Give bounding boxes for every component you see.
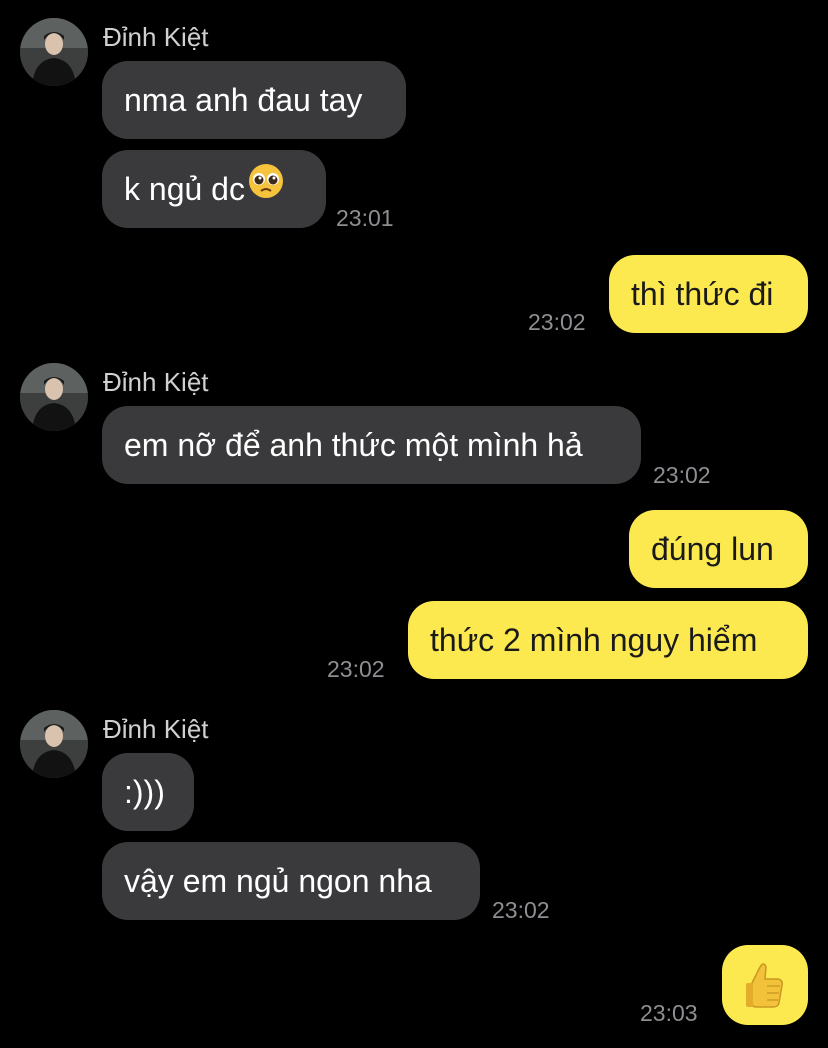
message-timestamp: 23:01 [336, 205, 394, 231]
message-bubble-received[interactable]: k ngủ dc [102, 150, 326, 228]
message-timestamp: 23:02 [327, 656, 385, 682]
message-text: vậy em ngủ ngon nha [124, 863, 432, 899]
sender-name: Đỉnh Kiệt [103, 714, 209, 744]
message-text: k ngủ dc [124, 171, 245, 207]
message-text: thì thức đi [631, 276, 774, 312]
message-text: nma anh đau tay [124, 82, 363, 118]
contact-avatar[interactable] [20, 18, 88, 86]
message-bubble-sent[interactable]: đúng lun [629, 510, 808, 588]
pleading-face-icon [247, 150, 285, 228]
message-bubble-received[interactable]: :))) [102, 753, 194, 831]
sender-name: Đỉnh Kiệt [103, 22, 209, 52]
message-bubble-sent[interactable]: thì thức đi [609, 255, 808, 333]
message-bubble-received[interactable]: nma anh đau tay [102, 61, 406, 139]
contact-avatar[interactable] [20, 710, 88, 778]
message-timestamp: 23:03 [640, 1000, 698, 1026]
message-bubble-received[interactable]: em nỡ để anh thức một mình hả [102, 406, 641, 484]
avatar-photo-icon [20, 363, 88, 431]
message-timestamp: 23:02 [653, 462, 711, 488]
message-bubble-received[interactable]: vậy em ngủ ngon nha [102, 842, 480, 920]
message-bubble-sent[interactable] [722, 945, 808, 1025]
thumbs-up-icon [746, 963, 783, 1008]
contact-avatar[interactable] [20, 363, 88, 431]
message-timestamp: 23:02 [492, 897, 550, 923]
avatar-photo-icon [20, 18, 88, 86]
message-timestamp: 23:02 [528, 309, 586, 335]
sender-name: Đỉnh Kiệt [103, 367, 209, 397]
message-text: thức 2 mình nguy hiểm [430, 622, 758, 658]
message-text: em nỡ để anh thức một mình hả [124, 427, 583, 463]
message-text: :))) [124, 774, 165, 810]
message-text: đúng lun [651, 531, 774, 567]
avatar-photo-icon [20, 710, 88, 778]
message-bubble-sent[interactable]: thức 2 mình nguy hiểm [408, 601, 808, 679]
